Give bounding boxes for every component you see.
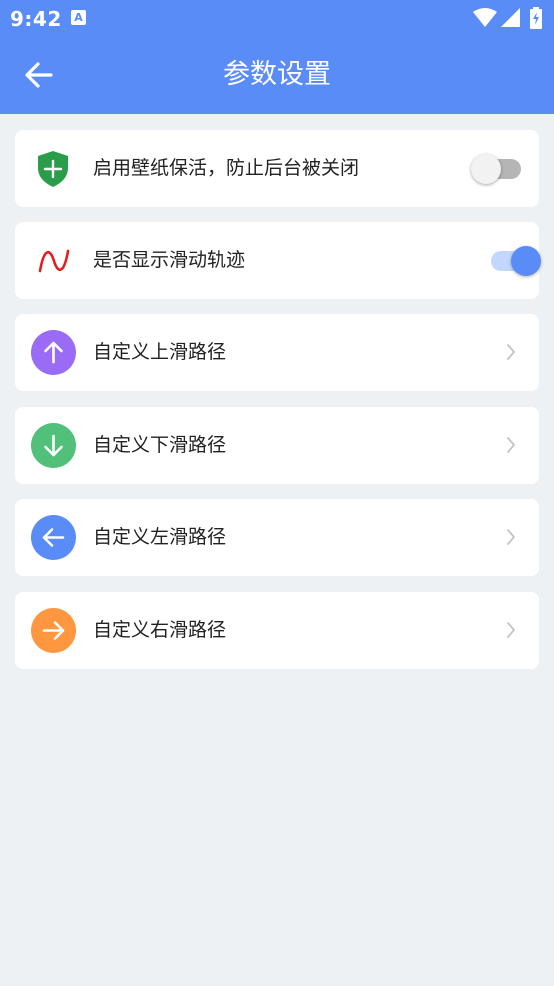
setting-label: 启用壁纸保活，防止后台被关闭 [93,157,360,179]
notification-icon: A [71,10,86,25]
setting-custom-swipe-down[interactable]: 自定义下滑路径 [15,407,539,484]
page-title: 参数设置 [223,59,331,90]
signal-icon [501,8,520,27]
notification-icon-letter: A [74,11,83,24]
setting-label: 是否显示滑动轨迹 [93,249,246,271]
arrow-left-icon [31,515,76,560]
battery-charging-icon [530,7,542,29]
chevron-right-icon [507,622,515,638]
setting-label: 自定义左滑路径 [93,526,227,548]
shield-plus-icon [38,151,68,187]
setting-custom-swipe-up[interactable]: 自定义上滑路径 [15,314,539,391]
app-header: 9:42 A 参数设置 [0,0,554,114]
setting-label: 自定义下滑路径 [93,434,227,456]
setting-show-swipe-trail[interactable]: 是否显示滑动轨迹 [15,222,541,299]
toggle-thumb [471,154,501,184]
setting-custom-swipe-left[interactable]: 自定义左滑路径 [15,499,539,576]
arrow-down-icon [31,423,76,468]
wifi-icon [473,8,497,27]
setting-wallpaper-keepalive[interactable]: 启用壁纸保活，防止后台被关闭 [15,130,539,207]
setting-label: 自定义右滑路径 [93,619,227,641]
setting-custom-swipe-right[interactable]: 自定义右滑路径 [15,592,539,669]
arrow-up-icon [31,330,76,375]
status-time: 9:42 [10,7,62,31]
toggle-thumb [511,246,541,276]
arrow-right-icon [31,608,76,653]
wave-trail-icon [38,249,70,273]
chevron-right-icon [507,437,515,453]
setting-label: 自定义上滑路径 [93,341,227,363]
status-bar: 9:42 A [0,0,554,36]
chevron-right-icon [507,344,515,360]
chevron-right-icon [507,529,515,545]
